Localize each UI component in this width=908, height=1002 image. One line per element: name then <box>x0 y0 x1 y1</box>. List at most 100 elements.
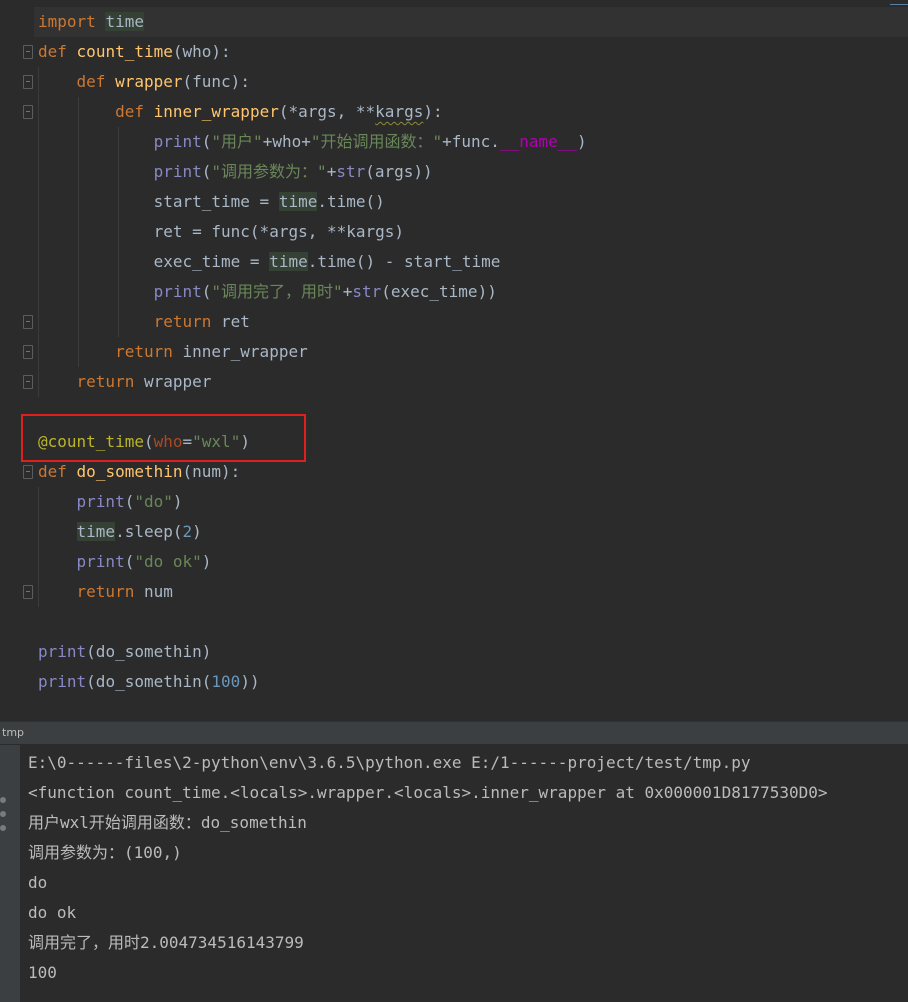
code-editor[interactable]: import time def count_time(who): def wrap… <box>0 0 908 697</box>
run-tab-label[interactable]: tmp <box>2 726 24 739</box>
code-line[interactable]: print("do") <box>38 487 183 517</box>
code-line[interactable]: start_time = time.time() <box>38 187 385 217</box>
run-side-icon[interactable] <box>0 811 6 817</box>
code-token: do_somethin <box>76 462 183 481</box>
console-line: do ok <box>28 903 77 922</box>
code-token: "调用完了，用时" <box>211 282 343 301</box>
code-line[interactable]: return wrapper <box>38 367 212 397</box>
code-token: def <box>76 72 106 91</box>
console-side-toolbar <box>0 745 20 1002</box>
code-token: 2 <box>182 522 193 541</box>
code-line[interactable]: print("调用完了，用时"+str(exec_time)) <box>38 277 497 307</box>
console-line: 用户wxl开始调用函数：do_somethin <box>28 813 307 832</box>
fold-marker-icon[interactable] <box>23 375 33 389</box>
code-token: print <box>153 162 202 181</box>
code-line[interactable]: print("调用参数为："+str(args)) <box>38 157 433 187</box>
code-token: time <box>278 192 318 211</box>
code-token: time <box>76 522 116 541</box>
code-token: print <box>38 642 87 661</box>
fold-marker-icon[interactable] <box>23 75 33 89</box>
code-token: ( <box>201 282 212 301</box>
console-line: 调用完了，用时2.004734516143799 <box>28 933 304 952</box>
code-token: print <box>153 132 202 151</box>
code-token: wrapper <box>134 372 212 391</box>
code-line[interactable]: print(do_somethin(100)) <box>38 667 260 697</box>
fold-marker-icon[interactable] <box>23 315 33 329</box>
code-token: )) <box>240 672 260 691</box>
code-token: ( <box>172 42 183 61</box>
code-token: ( <box>201 162 212 181</box>
code-token: (func): <box>182 72 250 91</box>
code-line[interactable]: return num <box>38 577 173 607</box>
fold-marker-icon[interactable] <box>23 345 33 359</box>
code-token: start_time = <box>38 192 279 211</box>
code-token: "do" <box>134 492 173 511</box>
code-line[interactable]: def wrapper(func): <box>38 67 250 97</box>
code-token: num <box>134 582 173 601</box>
code-token: print <box>76 492 125 511</box>
run-console[interactable]: E:\0------files\2-python\env\3.6.5\pytho… <box>0 745 908 1002</box>
code-token: 100 <box>211 672 241 691</box>
code-token: ret = func(*args, **kargs) <box>38 222 405 241</box>
code-token: ( <box>124 552 135 571</box>
code-token: ) <box>577 132 587 151</box>
code-line[interactable]: exec_time = time.time() - start_time <box>38 247 500 277</box>
console-line: 调用参数为：(100,) <box>28 843 182 862</box>
code-line[interactable]: print("用户"+who+"开始调用函数："+func.__name__) <box>38 127 587 157</box>
caret-line-highlight <box>34 7 908 37</box>
code-line[interactable]: print("do ok") <box>38 547 212 577</box>
run-side-icon[interactable] <box>0 825 6 831</box>
fold-marker-icon[interactable] <box>23 45 33 59</box>
code-token: print <box>38 672 87 691</box>
code-line[interactable]: def count_time(who): <box>38 37 231 67</box>
code-token: inner_wrapper <box>153 102 279 121</box>
code-token: return <box>76 582 135 601</box>
code-token: import <box>38 12 96 31</box>
run-tool-window-tab[interactable]: tmp <box>0 721 908 745</box>
code-line[interactable]: print(do_somethin) <box>38 637 211 667</box>
decorator-highlight-box <box>21 414 306 462</box>
code-token: inner_wrapper <box>172 342 308 361</box>
code-line[interactable]: def inner_wrapper(*args, **kargs): <box>38 97 443 127</box>
code-token: wrapper <box>115 72 183 91</box>
code-token: "开始调用函数：" <box>310 132 443 151</box>
code-token: ) <box>192 522 202 541</box>
code-line[interactable]: time.sleep(2) <box>38 517 202 547</box>
fold-marker-icon[interactable] <box>23 465 33 479</box>
code-token: + <box>326 162 337 181</box>
code-token: return <box>76 372 135 391</box>
code-token: ) <box>201 552 212 571</box>
code-token: kargs <box>375 102 424 121</box>
code-line[interactable]: ret = func(*args, **kargs) <box>38 217 404 247</box>
code-token: ( <box>201 132 212 151</box>
code-token: def <box>38 462 67 481</box>
code-token: who <box>182 42 212 61</box>
console-line: do <box>28 873 48 892</box>
code-token: ): <box>211 42 231 61</box>
fold-marker-icon[interactable] <box>23 585 33 599</box>
fold-marker-icon[interactable] <box>23 105 33 119</box>
editor-gutter <box>0 0 34 697</box>
code-token: +func. <box>442 132 500 151</box>
run-side-icon[interactable] <box>0 797 6 803</box>
code-line[interactable]: return inner_wrapper <box>38 337 308 367</box>
code-line[interactable]: import time <box>38 7 144 37</box>
code-token: (do_somethin( <box>86 672 212 691</box>
code-token: (*args, ** <box>278 102 376 121</box>
code-line[interactable]: return ret <box>38 307 250 337</box>
code-token: .time() - start_time <box>307 252 501 271</box>
code-token: print <box>153 282 202 301</box>
scrollbar-marker[interactable] <box>890 4 908 5</box>
